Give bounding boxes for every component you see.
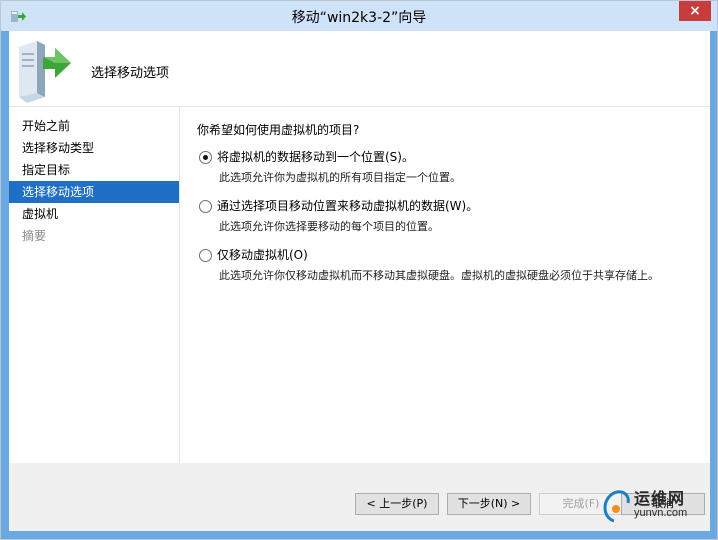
close-button[interactable]: × <box>679 1 711 21</box>
page-title: 选择移动选项 <box>91 66 170 81</box>
nav-item-virtual-machine[interactable]: 虚拟机 <box>9 203 179 225</box>
title-bar[interactable]: 移动“win2k3-2”向导 × <box>1 1 717 31</box>
option-description: 此选项允许你选择要移动的每个项目的位置。 <box>219 220 439 233</box>
nav-item-move-type[interactable]: 选择移动类型 <box>9 137 179 159</box>
watermark-text: 运维网 <box>634 489 686 508</box>
nav-item-move-options[interactable]: 选择移动选项 <box>9 181 179 203</box>
question-text: 你希望如何使用虚拟机的项目? <box>197 123 360 137</box>
wizard-nav: 开始之前 选择移动类型 指定目标 选择移动选项 虚拟机 摘要 <box>9 107 180 463</box>
wizard-footer: < 上一步(P) 下一步(N) > 完成(F) 取消 运维网 yunvn.com <box>9 463 710 531</box>
radio-move-by-item[interactable] <box>199 200 212 213</box>
radio-move-vm-only[interactable] <box>199 249 212 262</box>
option-move-by-item[interactable]: 通过选择项目移动位置来移动虚拟机的数据(W)。 此选项允许你选择要移动的每个项目… <box>199 197 697 234</box>
window-title: 移动“win2k3-2”向导 <box>291 10 427 26</box>
site-watermark: 运维网 yunvn.com <box>600 485 700 525</box>
next-button[interactable]: 下一步(N) > <box>447 493 531 515</box>
option-move-vm-only[interactable]: 仅移动虚拟机(O) 此选项允许你仅移动虚拟机而不移动其虚拟硬盘。虚拟机的虚拟硬盘… <box>199 246 697 283</box>
wizard-window: 移动“win2k3-2”向导 × 选择移动选项 开始之前 选择移动类型 指定目标… <box>0 0 718 540</box>
nav-item-before-you-begin[interactable]: 开始之前 <box>9 115 179 137</box>
server-move-icon <box>19 41 71 103</box>
option-label[interactable]: 将虚拟机的数据移动到一个位置(S)。 <box>217 148 697 165</box>
option-label[interactable]: 仅移动虚拟机(O) <box>217 246 697 263</box>
nav-item-destination[interactable]: 指定目标 <box>9 159 179 181</box>
watermark-url: yunvn.com <box>634 507 688 519</box>
nav-item-summary: 摘要 <box>22 229 47 243</box>
option-label[interactable]: 通过选择项目移动位置来移动虚拟机的数据(W)。 <box>217 197 697 214</box>
watermark-swirl-icon <box>603 490 630 523</box>
radio-move-all[interactable] <box>199 151 212 164</box>
option-move-all-to-one-location[interactable]: 将虚拟机的数据移动到一个位置(S)。 此选项允许你为虚拟机的所有项目指定一个位置… <box>199 148 697 185</box>
wizard-content: 选择移动选项 开始之前 选择移动类型 指定目标 选择移动选项 虚拟机 摘要 你希… <box>9 31 710 531</box>
move-options-panel: 你希望如何使用虚拟机的项目? 将虚拟机的数据移动到一个位置(S)。 此选项允许你… <box>197 121 697 295</box>
option-description: 此选项允许你为虚拟机的所有项目指定一个位置。 <box>219 171 461 184</box>
previous-button[interactable]: < 上一步(P) <box>355 493 439 515</box>
option-description: 此选项允许你仅移动虚拟机而不移动其虚拟硬盘。虚拟机的虚拟硬盘必须位于共享存储上。 <box>219 269 659 282</box>
wizard-header: 选择移动选项 <box>9 31 710 107</box>
